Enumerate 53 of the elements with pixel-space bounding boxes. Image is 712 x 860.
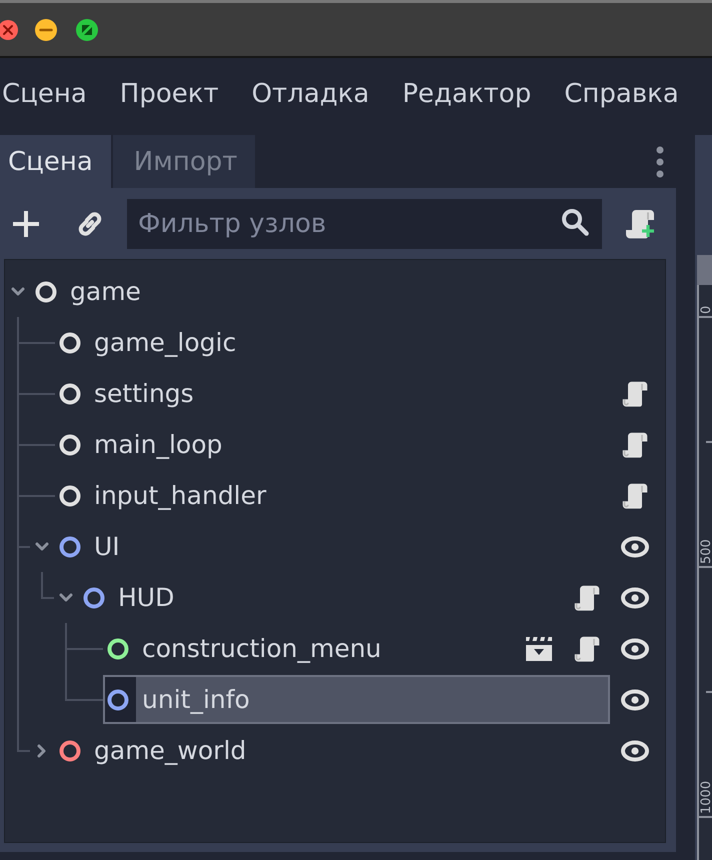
node-name: main_loop [93,428,222,460]
scroll-icon[interactable] [621,482,649,510]
ruler-label: 500 [702,539,712,564]
tree-item[interactable]: unit_info [103,675,610,724]
caret-icon[interactable] [37,744,46,758]
eye-icon[interactable] [621,536,649,558]
more-options-icon[interactable] [656,146,664,178]
node-name: game_logic [93,326,236,358]
eye-icon[interactable] [621,688,649,710]
maximize-icon[interactable] [76,18,98,40]
tree-item[interactable]: game_logic [55,318,658,367]
eye-icon[interactable] [621,586,649,608]
caret-icon[interactable] [35,542,49,551]
tree-item[interactable]: UI [55,522,610,571]
ruler-label: 0 [702,306,712,314]
tree-item[interactable]: input_handler [55,471,610,520]
scroll-icon[interactable] [621,430,649,458]
ruler-corner [697,255,712,285]
tree-item[interactable]: construction_menu [103,624,514,673]
close-icon[interactable] [0,20,18,40]
node-name: UI [93,530,120,562]
node-name: input_handler [93,480,266,512]
caret-icon[interactable] [59,593,73,602]
eye-icon[interactable] [621,638,649,660]
node-name: game_world [93,734,246,766]
node-name: unit_info [141,684,250,716]
menu-item[interactable]: Редактор [402,77,532,111]
tree-item[interactable]: main_loop [55,420,610,469]
tree-item[interactable]: settings [55,369,610,418]
scroll-plus-icon[interactable] [624,208,656,240]
tree-item[interactable]: game_world [55,726,610,775]
menu-item[interactable]: Сцена [2,77,87,111]
scroll-icon[interactable] [573,584,601,612]
clapperboard-icon[interactable] [525,636,553,662]
node-name: game [69,276,141,308]
filter-field[interactable]: Фильтр узлов [127,199,602,249]
scroll-icon[interactable] [621,380,649,408]
eye-icon[interactable] [621,740,649,762]
search-icon[interactable] [561,208,589,236]
node-name: settings [93,378,194,410]
ruler-label: 1000 [702,780,712,814]
minimize-icon[interactable] [35,18,57,40]
node-name: construction_menu [141,632,382,664]
menu-item[interactable]: Справка [564,77,679,111]
scroll-icon[interactable] [573,634,601,662]
dock-tab[interactable]: Сцена [0,135,111,188]
tree-item[interactable]: HUD [79,573,562,622]
menu-item[interactable]: Проект [120,77,219,111]
caret-icon[interactable] [11,287,25,296]
plus-icon[interactable] [12,210,40,238]
menu-item[interactable]: Отладка [252,77,370,111]
node-name: HUD [117,582,174,614]
tree-item[interactable]: game [31,267,658,316]
